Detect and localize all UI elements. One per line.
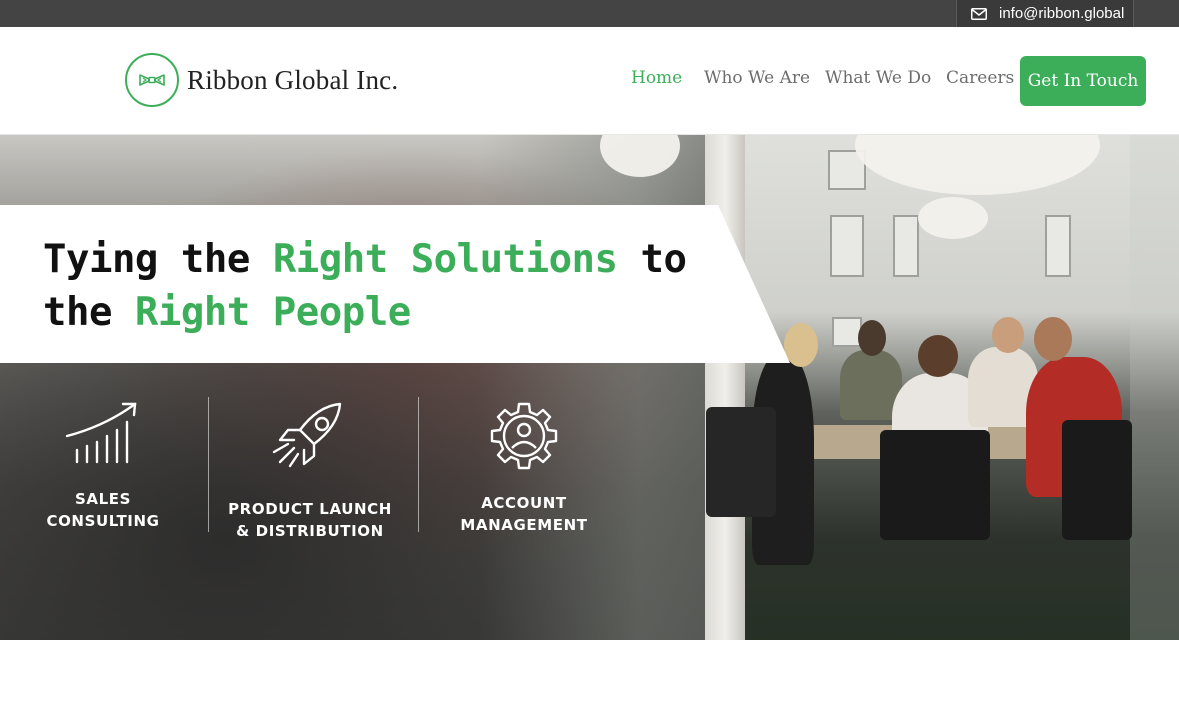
building-window <box>1045 215 1071 277</box>
service-divider <box>418 397 419 532</box>
rocket-icon <box>272 402 342 468</box>
nav-item-home[interactable]: Home <box>631 68 682 88</box>
person-head <box>992 317 1024 353</box>
service-label-line: MANAGEMENT <box>460 516 588 534</box>
office-chair <box>706 407 776 517</box>
headline-line-1: Tying the Right Solutions to <box>43 233 687 286</box>
hero-section: Tying the Right Solutions to the Right P… <box>0 135 1179 640</box>
office-chair <box>1062 420 1132 540</box>
envelope-icon <box>971 7 987 20</box>
main-navigation: Home Who We Are What We Do Careers Get I… <box>0 56 1179 106</box>
building-window <box>830 215 864 277</box>
glass-panel <box>1130 135 1179 640</box>
gear-person-icon <box>490 402 558 470</box>
headline-line-2: the Right People <box>43 286 686 339</box>
service-label-line: SALES <box>74 490 132 508</box>
top-contact-bar: info@ribbon.global <box>0 0 1179 27</box>
service-label-line: & DISTRIBUTION <box>236 522 384 540</box>
tagline-banner: Tying the Right Solutions to the Right P… <box>0 205 790 363</box>
service-divider <box>208 397 209 532</box>
email-contact-link[interactable]: info@ribbon.global <box>956 0 1134 27</box>
person-head <box>858 320 886 356</box>
get-in-touch-button[interactable]: Get In Touch <box>1020 56 1146 106</box>
email-address: info@ribbon.global <box>999 5 1125 22</box>
service-label-line: CONSULTING <box>46 512 160 530</box>
nav-item-careers[interactable]: Careers <box>946 68 1014 88</box>
hero-headline: Tying the Right Solutions to the Right P… <box>43 233 687 339</box>
headline-text: the <box>43 290 135 335</box>
service-label-line: ACCOUNT <box>481 494 567 512</box>
person-head <box>1034 317 1072 361</box>
service-account-management[interactable]: ACCOUNT MANAGEMENT <box>424 400 624 536</box>
headline-highlight: Right Solutions <box>272 237 618 282</box>
headline-text: to <box>617 237 687 282</box>
service-sales-consulting[interactable]: SALES CONSULTING <box>3 400 203 532</box>
headline-text: Tying the <box>43 237 273 282</box>
person-head <box>918 335 958 377</box>
building-window <box>893 215 919 277</box>
headline-highlight: Right People <box>134 290 411 335</box>
growth-chart-icon <box>65 402 137 464</box>
nav-item-what-we-do[interactable]: What We Do <box>825 68 931 88</box>
service-product-launch[interactable]: PRODUCT LAUNCH & DISTRIBUTION <box>210 400 410 542</box>
site-header: Ribbon Global Inc. Home Who We Are What … <box>0 27 1179 135</box>
pendant-lamp <box>918 197 988 239</box>
service-label-line: PRODUCT LAUNCH <box>228 500 392 518</box>
office-chair <box>880 430 990 540</box>
nav-item-who-we-are[interactable]: Who We Are <box>704 68 810 88</box>
